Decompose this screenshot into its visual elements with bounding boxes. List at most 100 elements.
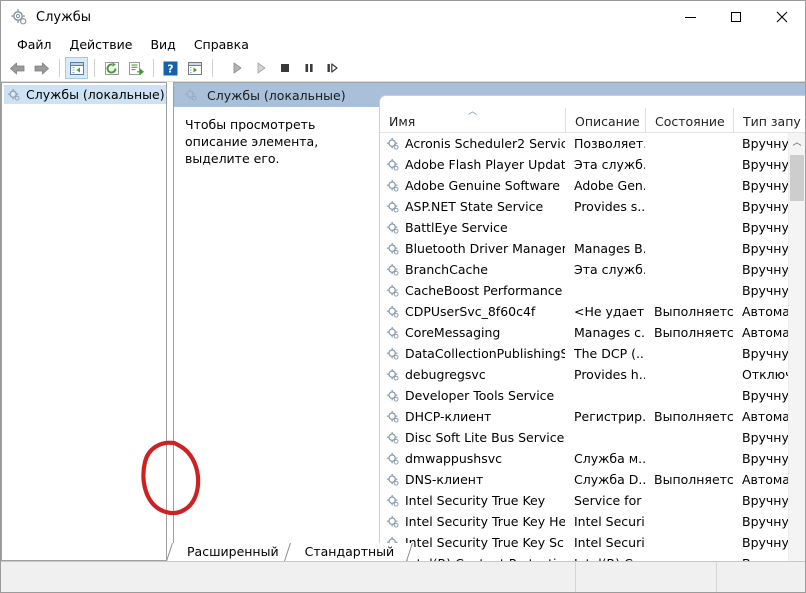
start-service-button[interactable] xyxy=(225,57,248,79)
cell-service-name: Adobe Flash Player Update ... xyxy=(380,157,565,172)
cell-service-name: CDPUserSvc_8f60c4f xyxy=(380,304,565,319)
minimize-button[interactable] xyxy=(667,1,713,33)
cell-description: Adobe Gen... xyxy=(574,178,645,193)
cell-description: Intel Securi... xyxy=(574,535,645,550)
export-list-button[interactable] xyxy=(124,57,147,79)
tab-extended[interactable]: Расширенный xyxy=(173,543,291,561)
sort-ascending-icon: ︿ xyxy=(467,108,478,117)
table-row[interactable]: CacheBoost Performance O...Вручную xyxy=(380,280,805,301)
cell-service-name: BattlEye Service xyxy=(380,220,565,235)
table-row[interactable]: BattlEye Service Вручную xyxy=(380,217,805,238)
services-gear-icon xyxy=(7,88,21,102)
description-text: Чтобы просмотреть описание элемента, выд… xyxy=(185,117,319,166)
menu-file[interactable]: Файл xyxy=(9,35,62,54)
refresh-button[interactable] xyxy=(100,57,123,79)
table-row[interactable]: Intel Security True KeyService for ...Вр… xyxy=(380,490,805,511)
close-button[interactable] xyxy=(759,1,805,33)
table-row[interactable]: Acronis Scheduler2 ServiceПозволяет...Вр… xyxy=(380,133,805,154)
forward-button[interactable] xyxy=(30,57,53,79)
services-list: ︿ Имя Описание Состояние Тип запу Acroni… xyxy=(379,95,805,561)
cell-description: Регистрир... xyxy=(574,409,645,424)
table-row[interactable]: dmwappushsvc Служба м... Вручную xyxy=(380,448,805,469)
cell-service-name: Disc Soft Lite Bus Service xyxy=(380,430,565,445)
service-gear-icon xyxy=(386,242,400,256)
service-name-label: Developer Tools Service xyxy=(405,388,555,403)
cell-description: Эта служб... xyxy=(574,157,645,172)
service-gear-icon xyxy=(386,347,400,361)
column-header-name[interactable]: ︿ Имя xyxy=(380,108,565,132)
cell-description: Service for ... xyxy=(574,493,645,508)
service-gear-icon xyxy=(386,368,400,382)
toolbar-separator-3 xyxy=(153,59,154,77)
title-bar: Службы xyxy=(1,1,805,33)
restart-service-button[interactable] xyxy=(249,57,272,79)
cell-service-name: CacheBoost Performance O... xyxy=(380,283,565,298)
show-hide-console-tree-button[interactable] xyxy=(65,57,88,79)
menu-help-label: Справка xyxy=(193,36,249,52)
service-gear-icon xyxy=(386,284,400,298)
service-gear-icon xyxy=(386,158,400,172)
table-row[interactable]: DataCollectionPublishingSe... The DCP (..… xyxy=(380,343,805,364)
table-row[interactable]: debugregsvc Provides h... Отключ xyxy=(380,364,805,385)
cell-service-name: BranchCache xyxy=(380,262,565,277)
vertical-scroll-thumb[interactable] xyxy=(790,155,804,201)
content-area: Службы (локальные) Службы (локальные) Чт… xyxy=(1,82,805,561)
service-gear-icon xyxy=(386,200,400,214)
table-row[interactable]: ASP.NET State Service Provides s... Вручну… xyxy=(380,196,805,217)
service-gear-icon xyxy=(386,452,400,466)
close-icon xyxy=(776,11,788,23)
table-row[interactable]: DNS-клиент Служба D... Выполняется Автомат xyxy=(380,469,805,490)
cell-description: Служба м... xyxy=(574,451,645,466)
stop-service-icon xyxy=(280,64,289,72)
cell-description: Служба D... xyxy=(574,472,645,487)
export-list-icon xyxy=(128,61,144,75)
cell-description: The DCP (... xyxy=(574,346,645,361)
tree-item-services-local[interactable]: Службы (локальные) xyxy=(4,85,166,104)
cell-description: Эта служб... xyxy=(574,262,645,277)
help-button[interactable]: ? xyxy=(159,57,182,79)
list-column-headers: ︿ Имя Описание Состояние Тип запу xyxy=(380,108,805,133)
table-row[interactable]: CoreMessagingManages c...ВыполняетсяАвто… xyxy=(380,322,805,343)
scroll-down-button[interactable]: ﹀ xyxy=(789,557,805,561)
table-row[interactable]: BranchCacheЭта служб...Вручную xyxy=(380,259,805,280)
maximize-button[interactable] xyxy=(713,1,759,33)
cell-service-name: Intel Security True Key xyxy=(380,493,565,508)
table-row[interactable]: Intel(R) Content Protection ...Intel(R) … xyxy=(380,553,805,561)
status-bar xyxy=(1,561,805,592)
cell-service-name: DataCollectionPublishingSe... xyxy=(380,346,565,361)
table-row[interactable]: Developer Tools Service Вручную xyxy=(380,385,805,406)
column-header-startup-type[interactable]: Тип запу xyxy=(733,108,805,132)
table-row[interactable]: DHCP-клиентРегистрир...ВыполняетсяАвтома… xyxy=(380,406,805,427)
menu-action[interactable]: Действие xyxy=(62,35,143,54)
cell-description: Provides h... xyxy=(574,367,645,382)
cell-service-name: CoreMessaging xyxy=(380,325,565,340)
table-row[interactable]: Bluetooth Driver Managem...Manages B...В… xyxy=(380,238,805,259)
service-name-label: Adobe Flash Player Update ... xyxy=(405,157,565,172)
stop-service-button[interactable] xyxy=(273,57,296,79)
table-row[interactable]: Intel Security True Key Help... Intel Sec… xyxy=(380,511,805,532)
table-row[interactable]: Adobe Genuine Software In... Adobe Gen...… xyxy=(380,175,805,196)
menu-view[interactable]: Вид xyxy=(142,35,185,54)
table-row[interactable]: Disc Soft Lite Bus Service Вручную xyxy=(380,427,805,448)
description-panel: Чтобы просмотреть описание элемента, выд… xyxy=(174,107,379,561)
help-icon: ? xyxy=(163,61,178,75)
column-header-state[interactable]: Состояние xyxy=(645,108,733,132)
pause-service-button[interactable] xyxy=(297,57,320,79)
tab-standard[interactable]: Стандартный xyxy=(290,543,407,561)
service-name-label: DNS-клиент xyxy=(405,472,484,487)
service-gear-icon xyxy=(386,494,400,508)
table-row[interactable]: CDPUserSvc_8f60c4f <Не удает... Выполняетс… xyxy=(380,301,805,322)
column-header-description[interactable]: Описание xyxy=(565,108,645,132)
table-row[interactable]: Adobe Flash Player Update ... Эта служб..… xyxy=(380,154,805,175)
menu-help[interactable]: Справка xyxy=(186,35,259,54)
view-tabs: Расширенный Стандартный xyxy=(173,542,407,561)
column-header-startup-type-label: Тип запу xyxy=(743,114,801,129)
table-row[interactable]: Intel Security True Key Sche... Intel Sec… xyxy=(380,532,805,553)
vertical-scrollbar[interactable]: ︿ ﹀ xyxy=(788,133,805,561)
scroll-up-button[interactable]: ︿ xyxy=(789,133,805,150)
service-name-label: ASP.NET State Service xyxy=(405,199,544,214)
show-action-pane-button[interactable] xyxy=(183,57,206,79)
resume-service-button[interactable] xyxy=(321,57,344,79)
back-button[interactable] xyxy=(6,57,29,79)
cell-state: Выполняется xyxy=(654,409,733,424)
